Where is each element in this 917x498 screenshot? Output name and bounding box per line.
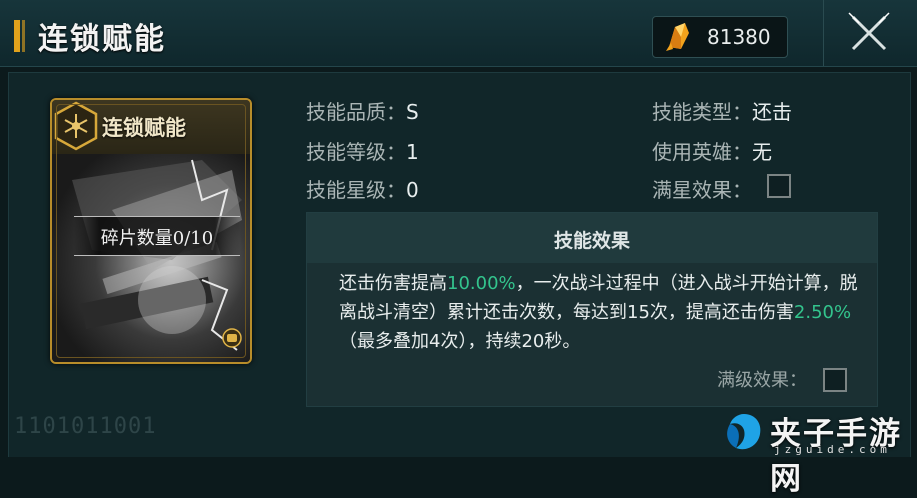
attr-level: 技能等级：1 [306, 136, 419, 165]
attr-type: 技能类型：还击 [652, 96, 792, 125]
attr-type-label: 技能类型： [652, 100, 752, 124]
currency-display: 81380 [652, 16, 788, 58]
effect-text-3: （最多叠加4次），持续20秒。 [339, 331, 581, 352]
skill-effect-box: 技能效果 还击伤害提高10.00%，一次战斗过程中（进入战斗开始计算，脱离战斗清… [306, 212, 878, 407]
site-logo-url: jzguide.com [774, 443, 891, 456]
attr-level-value: 1 [406, 140, 419, 164]
attr-hero-value: 无 [752, 140, 772, 164]
star-effect-checkbox[interactable] [767, 174, 791, 198]
site-logo-icon [727, 414, 761, 450]
effect-value-1: 10.00% [447, 273, 516, 294]
attr-level-label: 技能等级： [306, 140, 406, 164]
attr-star-label: 技能星级： [306, 178, 406, 202]
skill-card[interactable]: 连锁赋能 碎片数量0/10 [50, 98, 252, 364]
header-bar: 连锁赋能 81380 [0, 0, 917, 67]
header-divider [823, 0, 824, 66]
attr-star-value: 0 [406, 178, 419, 202]
attr-star-effect: 满星效果： [652, 174, 752, 203]
effect-value-2: 2.50% [793, 302, 852, 323]
fist-icon [222, 328, 242, 348]
effect-title: 技能效果 [553, 230, 630, 252]
max-level-label: 满级效果： [717, 370, 807, 391]
fragment-band: 碎片数量0/10 [74, 216, 240, 256]
decorative-code-watermark: 1101011001 [14, 414, 157, 439]
attr-quality-label: 技能品质： [306, 100, 406, 124]
page-title: 连锁赋能 [38, 22, 166, 57]
fragment-count: 碎片数量0/10 [100, 228, 214, 249]
title-accent-bar [14, 20, 20, 52]
attr-type-value: 还击 [752, 100, 792, 124]
max-level-checkbox[interactable] [823, 368, 847, 392]
effect-description: 还击伤害提高10.00%，一次战斗过程中（进入战斗开始计算，脱离战斗清空）累计还… [339, 269, 859, 356]
site-watermark-logo: 夹子手游网 jzguide.com [722, 408, 917, 497]
attr-quality-value: S [406, 100, 419, 124]
close-icon[interactable] [843, 7, 895, 59]
effect-title-bar: 技能效果 [307, 213, 877, 263]
title-accent-bar-secondary [22, 20, 25, 52]
attr-hero: 使用英雄：无 [652, 136, 772, 165]
attr-star-effect-label: 满星效果： [652, 178, 752, 202]
crystal-icon [666, 23, 689, 51]
currency-value: 81380 [707, 25, 771, 49]
attr-hero-label: 使用英雄： [652, 140, 752, 164]
attr-star: 技能星级：0 [306, 174, 419, 203]
effect-text-1: 还击伤害提高 [339, 273, 447, 294]
attr-quality: 技能品质：S [306, 96, 419, 125]
